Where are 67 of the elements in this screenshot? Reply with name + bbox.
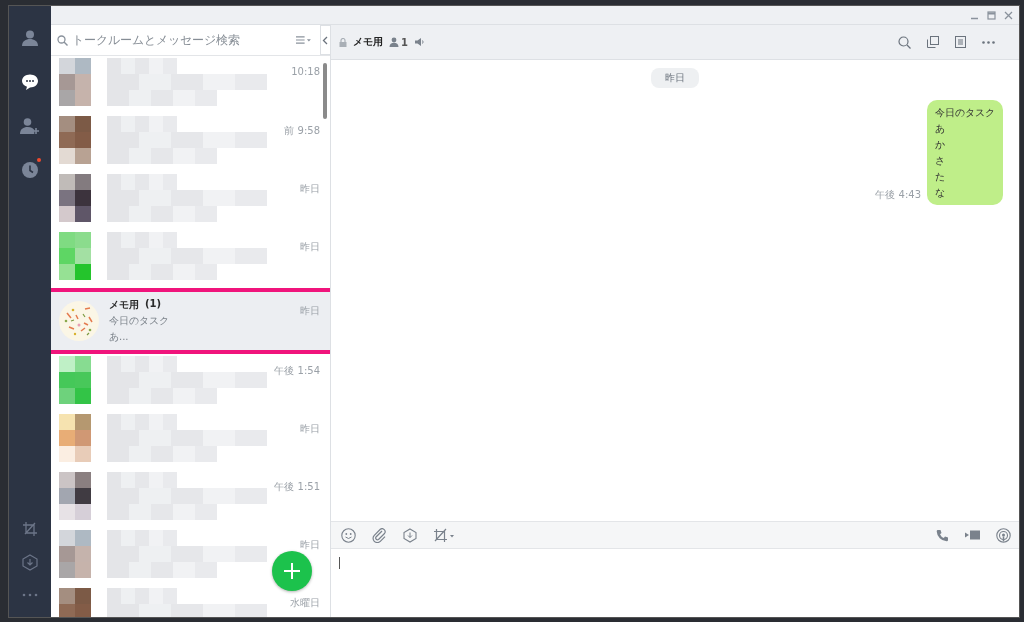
more-icon[interactable] [982,40,995,44]
emoji-icon[interactable] [341,527,356,543]
phone-icon[interactable] [936,528,949,542]
blurred-chat-item[interactable]: 昨日 [51,528,330,586]
pixelated-avatar [59,58,91,106]
pixelated-avatar [59,414,91,462]
blurred-chat-item[interactable]: 10:18 [51,56,330,114]
chat-time: 昨日 [300,304,320,318]
member-count: 1 [401,36,408,48]
message-bubble: 今日のタスク あ か さ た な [927,100,1003,205]
download-icon[interactable] [403,527,417,543]
message-preview: 今日のタスク [109,314,169,328]
pixelated-avatar [59,174,91,222]
maximize-icon[interactable] [987,10,996,20]
close-icon[interactable] [1004,10,1013,20]
live-icon[interactable] [996,527,1011,543]
friends-nav-icon[interactable] [19,28,41,48]
speaker-icon[interactable] [413,37,425,47]
scrollbar[interactable] [323,63,327,119]
pixelated-avatar [59,232,91,280]
plus-icon [283,562,301,580]
blurred-chat-item[interactable]: 午後 1:51 [51,470,330,528]
chat-time: 水曜日 [290,596,320,610]
chat-time: 10:18 [291,66,320,77]
chat-time: 昨日 [300,422,320,436]
food-pattern-avatar [59,301,99,341]
menu-icon[interactable] [296,35,312,45]
notes-icon[interactable] [955,36,966,48]
chat-time: 前 9:58 [284,124,320,138]
pixelated-avatar [59,116,91,164]
chevron-left-icon [322,35,329,45]
chat-list-item[interactable]: メモ用 (1) 今日のタスク あ... 昨日 [51,292,330,350]
chat-time: 昨日 [300,538,320,552]
crop-icon[interactable] [433,527,455,543]
chat-name: メモ用 [109,298,139,312]
blurred-chat-item[interactable]: 午後 1:54 [51,354,330,412]
person-icon [389,37,399,47]
paperclip-icon[interactable] [372,527,387,543]
timeline-nav-icon[interactable] [19,160,41,180]
video-icon[interactable] [965,530,980,540]
date-label: 昨日 [651,68,699,88]
download-icon[interactable] [19,554,41,570]
blurred-chat-item[interactable]: 昨日 [51,230,330,288]
chat-time: 午後 1:54 [274,364,320,378]
unread-count: (1) [145,298,162,311]
blurred-chat-item[interactable]: 前 9:58 [51,114,330,172]
pixelated-avatar [59,530,91,578]
blurred-chat-item[interactable]: 昨日 [51,172,330,230]
collapse-button[interactable] [319,25,330,55]
search-icon[interactable] [898,35,911,49]
search-field[interactable]: トークルームとメッセージ検索 [72,33,292,47]
add-friend-nav-icon[interactable] [19,116,41,136]
message-time: 午後 4:43 [875,188,921,202]
copy-icon[interactable] [927,36,939,48]
chats-nav-icon[interactable] [19,72,41,92]
chat-time: 昨日 [300,182,320,196]
add-button[interactable] [272,551,312,591]
blurred-chat-item[interactable]: 昨日 [51,412,330,470]
chat-time: 午後 1:51 [274,480,320,494]
search-icon [57,34,68,46]
pixelated-avatar [59,472,91,520]
blurred-chat-item[interactable]: 水曜日 [51,586,330,617]
chat-title: メモ用 [353,35,383,49]
pixelated-avatar [59,356,91,404]
chat-time: 昨日 [300,240,320,254]
message-preview: あ... [109,330,130,344]
lock-icon [339,37,347,47]
